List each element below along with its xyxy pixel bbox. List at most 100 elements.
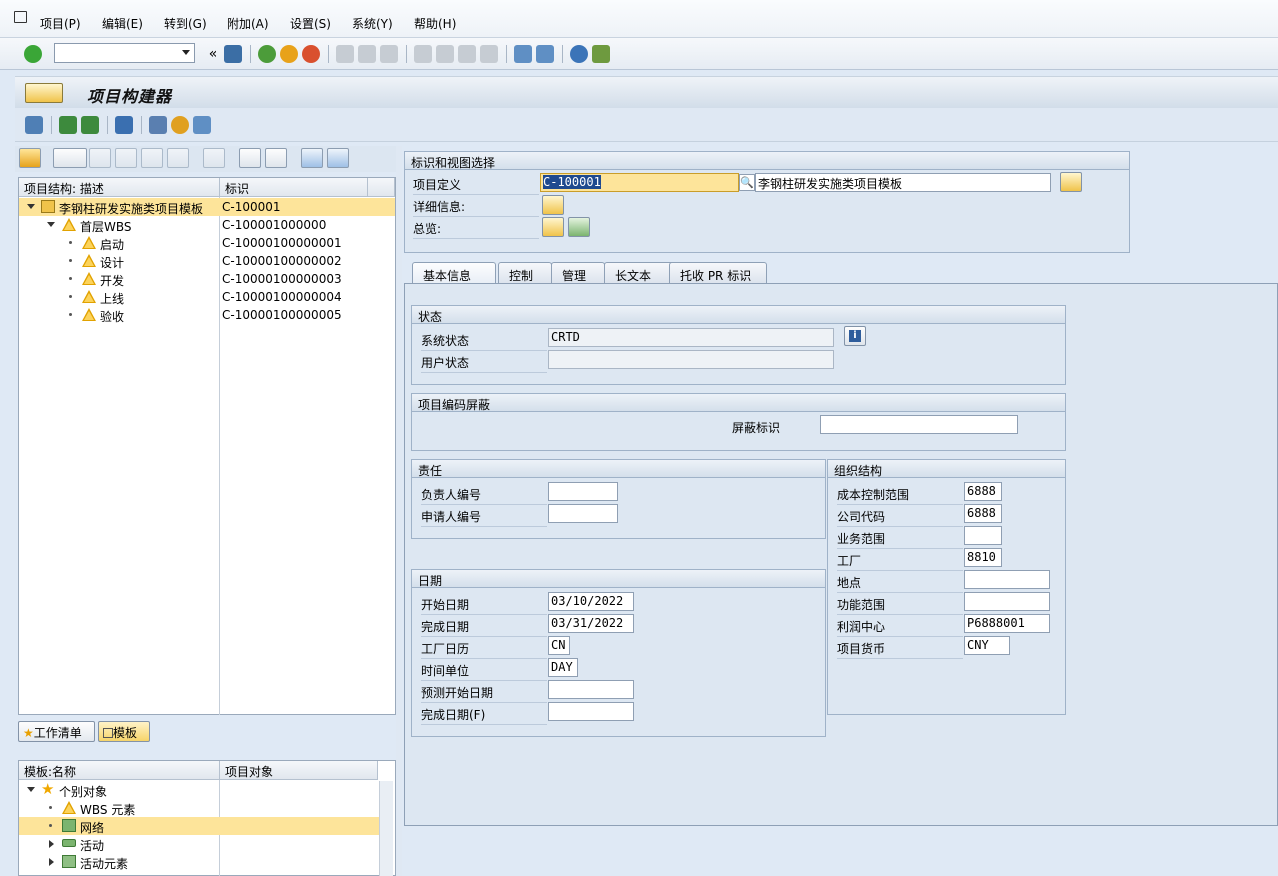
tree-row-wbs[interactable]: 开发 C-10000100000003: [19, 270, 395, 288]
template-row[interactable]: ★ 个别对象: [19, 781, 379, 799]
factory-calendar-input[interactable]: CN: [548, 636, 570, 655]
tab-worklist[interactable]: ★工作清单: [18, 721, 95, 742]
command-field[interactable]: [54, 43, 195, 63]
project-currency-input[interactable]: CNY: [964, 636, 1010, 655]
plant-input[interactable]: 8810: [964, 548, 1002, 567]
hierarchy-icon[interactable]: [59, 116, 77, 134]
vertical-scrollbar[interactable]: [379, 781, 393, 876]
edit-long-text-icon[interactable]: [1060, 172, 1082, 192]
project-detail-icon[interactable]: [542, 195, 564, 215]
settings-icon[interactable]: [171, 116, 189, 134]
collapse-arrow-icon[interactable]: [27, 204, 35, 209]
last-page-icon[interactable]: [480, 45, 498, 63]
search-icon[interactable]: 🔍: [739, 174, 755, 191]
cut-icon[interactable]: [89, 148, 111, 168]
prev-page-icon[interactable]: [436, 45, 454, 63]
controlling-area-input[interactable]: 6888: [964, 482, 1002, 501]
expand-all-icon[interactable]: [301, 148, 323, 168]
mask-id-input[interactable]: [820, 415, 1018, 434]
expand-arrow-icon[interactable]: [49, 840, 54, 848]
first-page-icon[interactable]: [414, 45, 432, 63]
new-session-icon[interactable]: [514, 45, 532, 63]
project-description-input[interactable]: 李钢柱研发实施类项目模板: [755, 173, 1051, 192]
structure-icon[interactable]: [81, 116, 99, 134]
business-area-input[interactable]: [964, 526, 1002, 545]
find-icon[interactable]: [358, 45, 376, 63]
tab-administration[interactable]: 管理: [551, 262, 605, 284]
expand-arrow-icon[interactable]: [49, 858, 54, 866]
info-icon[interactable]: i: [844, 326, 866, 346]
find-icon[interactable]: [239, 148, 261, 168]
wbs-overview-icon[interactable]: [542, 217, 564, 237]
collapse-chevron-icon[interactable]: «: [204, 45, 222, 63]
tab-control[interactable]: 控制: [498, 262, 552, 284]
tree-row-wbs[interactable]: 验收 C-10000100000005: [19, 306, 395, 324]
find-next-icon[interactable]: [380, 45, 398, 63]
menu-goto[interactable]: 转到(G): [164, 15, 207, 32]
collapse-arrow-icon[interactable]: [47, 222, 55, 227]
network-overview-icon[interactable]: [568, 217, 590, 237]
transaction-menu-icon[interactable]: [25, 83, 63, 103]
delete-icon[interactable]: [203, 148, 225, 168]
menu-settings[interactable]: 设置(S): [290, 15, 331, 32]
table-icon[interactable]: [115, 116, 133, 134]
open-folder-icon[interactable]: [19, 148, 41, 168]
copy-icon[interactable]: [193, 116, 211, 134]
wand-icon[interactable]: [25, 116, 43, 134]
tree-header-description[interactable]: 项目结构: 描述: [19, 178, 220, 197]
tree-header-id[interactable]: 标识: [220, 178, 368, 197]
save-icon[interactable]: [224, 45, 242, 63]
panel-splitter[interactable]: [396, 146, 402, 876]
location-input[interactable]: [964, 570, 1050, 589]
profit-center-input[interactable]: P6888001: [964, 614, 1050, 633]
template-row[interactable]: WBS 元素: [19, 799, 379, 817]
edit-icon[interactable]: [149, 116, 167, 134]
tab-basic-data[interactable]: 基本信息: [412, 262, 496, 284]
person-input[interactable]: [548, 482, 618, 501]
tree-row-wbs[interactable]: 启动 C-10000100000001: [19, 234, 395, 252]
tree-row-project[interactable]: 李钢柱研发实施类项目模板 C-100001: [19, 198, 395, 216]
paste-icon[interactable]: [141, 148, 163, 168]
back-icon[interactable]: [258, 45, 276, 63]
functional-area-input[interactable]: [964, 592, 1050, 611]
help-icon[interactable]: [570, 45, 588, 63]
forecast-start-input[interactable]: [548, 680, 634, 699]
tree-row-wbs[interactable]: 设计 C-10000100000002: [19, 252, 395, 270]
menu-edit[interactable]: 编辑(E): [102, 15, 143, 32]
template-header-name[interactable]: 模板:名称: [19, 761, 220, 780]
template-row[interactable]: 网络: [19, 817, 379, 835]
find-next-icon[interactable]: [265, 148, 287, 168]
time-unit-input[interactable]: DAY: [548, 658, 578, 677]
chevron-down-icon[interactable]: [182, 50, 190, 55]
tab-template[interactable]: 模板: [98, 721, 150, 742]
finish-date-input[interactable]: 03/31/2022: [548, 614, 634, 633]
company-code-input[interactable]: 6888: [964, 504, 1002, 523]
menu-help[interactable]: 帮助(H): [414, 15, 456, 32]
print-icon[interactable]: [336, 45, 354, 63]
tab-pr-indicator[interactable]: 托收 PR 标识: [669, 262, 767, 284]
exit-icon[interactable]: [280, 45, 298, 63]
start-date-input[interactable]: 03/10/2022: [548, 592, 634, 611]
tree-row-wbs[interactable]: 上线 C-10000100000004: [19, 288, 395, 306]
menu-project[interactable]: 项目(P): [40, 15, 81, 32]
copy-icon[interactable]: [115, 148, 137, 168]
create-icon[interactable]: [53, 148, 87, 168]
next-page-icon[interactable]: [458, 45, 476, 63]
menu-options-icon[interactable]: [14, 11, 27, 23]
cancel-icon[interactable]: [302, 45, 320, 63]
tab-long-text[interactable]: 长文本: [604, 262, 676, 284]
template-header-object[interactable]: 项目对象: [220, 761, 378, 780]
tree-row-wbs[interactable]: 首层WBS C-100001000000: [19, 216, 395, 234]
enter-check-icon[interactable]: [24, 45, 42, 63]
menu-system[interactable]: 系统(Y): [352, 15, 393, 32]
menu-extras[interactable]: 附加(A): [227, 15, 269, 32]
project-definition-input[interactable]: C-100001: [540, 173, 739, 192]
template-row[interactable]: 活动: [19, 835, 379, 853]
applicant-input[interactable]: [548, 504, 618, 523]
forecast-finish-input[interactable]: [548, 702, 634, 721]
collapse-arrow-icon[interactable]: [27, 787, 35, 792]
shortcut-icon[interactable]: [536, 45, 554, 63]
template-row[interactable]: 活动元素: [19, 853, 379, 871]
undo-icon[interactable]: [167, 148, 189, 168]
layout-icon[interactable]: [592, 45, 610, 63]
